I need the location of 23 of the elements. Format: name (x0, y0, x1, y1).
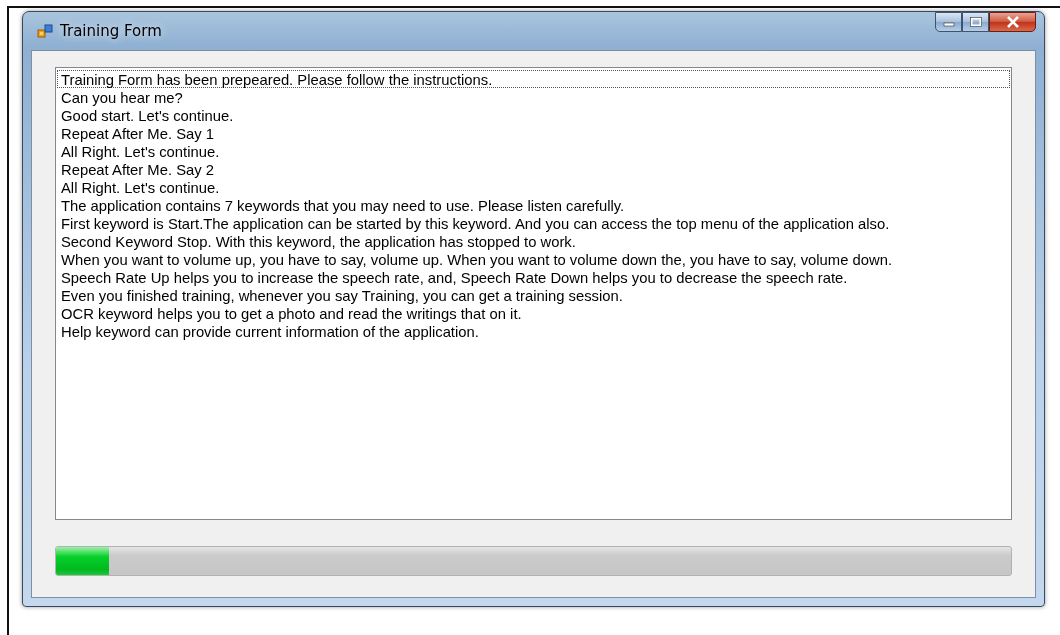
maximize-button[interactable] (962, 12, 989, 32)
minimize-button[interactable] (935, 12, 962, 32)
list-item[interactable]: Good start. Let's continue. (57, 106, 1010, 124)
message-list[interactable] (55, 67, 1012, 520)
window-title: Training Form (60, 22, 162, 40)
close-button[interactable] (989, 12, 1036, 32)
maximize-icon (969, 17, 982, 27)
list-item[interactable]: Repeat After Me. Say 2 (57, 160, 1010, 178)
list-item[interactable]: All Right. Let's continue. (57, 178, 1010, 196)
list-item[interactable]: Can you hear me? (57, 88, 1010, 106)
list-item[interactable]: Help keyword can provide current information of the application. (57, 322, 1010, 340)
form-icon (37, 23, 53, 39)
list-item[interactable]: Second Keyword Stop. With this keyword, the application has stopped to work. (57, 232, 1010, 250)
list-item[interactable]: The application contains 7 keywords that you may need to use. Please listen carefully. (57, 196, 1010, 214)
list-item[interactable]: Even you finished training, whenever you say Training, you can get a training session. (57, 286, 1010, 304)
list-item[interactable]: When you want to volume up, you have to say, volume up. When you want to volume down the, you have to say, volume down. (57, 250, 1010, 268)
list-item[interactable]: All Right. Let's continue. (57, 142, 1010, 160)
list-item[interactable]: First keyword is Start.The application can be started by this keyword. And you can access the top menu of the application also. (57, 214, 1010, 232)
list-item[interactable]: Speech Rate Up helps you to increase the speech rate, and, Speech Rate Down helps you to decrease the speech rate. (57, 268, 1010, 286)
list-item[interactable]: Training Form has been prepeared. Please follow the instructions. (57, 70, 1010, 88)
list-item[interactable]: OCR keyword helps you to get a photo and read the writings that on it. (57, 304, 1010, 322)
list-item[interactable]: Repeat After Me. Say 1 (57, 124, 1010, 142)
close-icon (1005, 16, 1020, 28)
